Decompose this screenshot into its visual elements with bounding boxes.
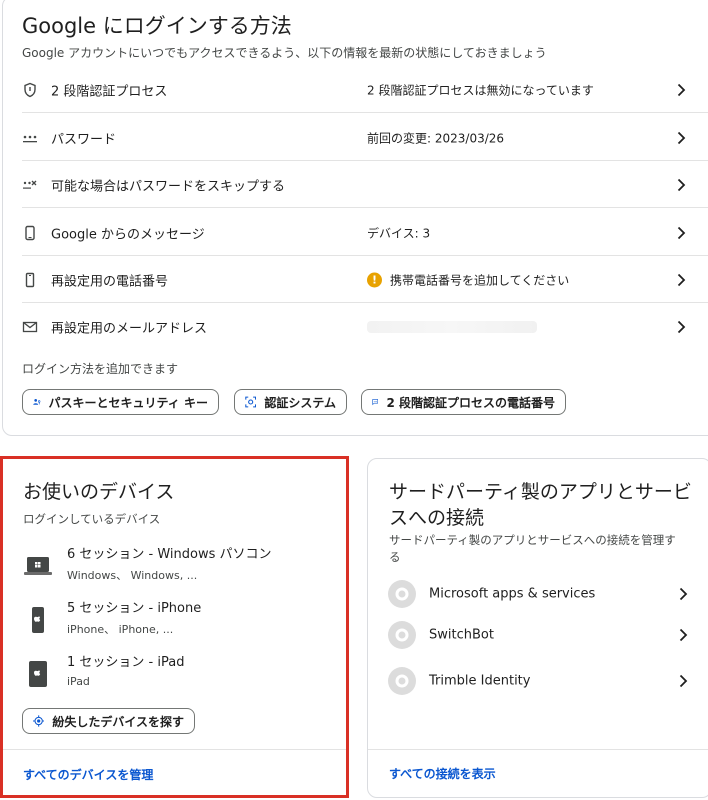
device-detail: Windows、 Windows, ... [67,569,198,582]
signin-title: Google にログインする方法 [22,14,292,38]
two-step-phone-chip-button[interactable]: 2 段階認証プロセスの電話番号 [361,389,566,415]
row-label: Google からのメッセージ [51,227,205,242]
password-dots-icon [23,135,37,142]
authenticator-icon [245,396,257,408]
row-value: ! 携帯電話番号を追加してください [367,271,569,288]
row-recovery-phone[interactable]: 再設定用の電話番号 ! 携帯電話番号を追加してください [0,256,708,303]
row-value-text: 携帯電話番号を追加してください [390,273,570,287]
app-item-microsoft[interactable]: Microsoft apps & services [388,579,693,609]
view-all-connections-link[interactable]: すべての接続を表示 [389,765,496,782]
device-name: 1 セッション - iPad [67,655,185,670]
redacted-email [367,320,537,333]
mail-icon [22,321,38,332]
third-party-card: サードパーティ製のアプリとサービ スへの接続 サードパーティ製のアプリとサービス… [367,458,708,798]
chip-label: 認証システム [264,395,336,410]
find-device-button[interactable]: 紛失したデバイスを探す [22,708,195,734]
app-item-switchbot[interactable]: SwitchBot [388,620,693,650]
app-name: Trimble Identity [429,673,531,689]
passkey-icon [33,399,41,405]
row-value: デバイス: 3 [367,224,430,241]
row-label: 可能な場合はパスワードをスキップする [51,179,286,194]
divider [3,749,346,750]
locate-icon [33,715,45,727]
skip-password-icon [23,180,37,189]
app-item-trimble[interactable]: Trimble Identity [388,666,693,696]
device-item-iphone[interactable]: 5 セッション - iPhone iPhone、 iPhone, ... [23,597,343,645]
chevron-right-icon [677,273,686,286]
chevron-right-icon [679,674,688,688]
third-party-title-line1: サードパーティ製のアプリとサービ [389,481,692,503]
app-placeholder-icon [388,667,416,695]
device-item-ipad[interactable]: 1 セッション - iPad iPad [23,651,343,699]
signin-subtitle: Google アカウントにいつでもアクセスできるよう、以下の情報を最新の状態にし… [22,46,547,60]
chevron-right-icon [677,178,686,191]
chevron-right-icon [677,226,686,239]
row-google-prompts[interactable]: Google からのメッセージ デバイス: 3 [0,209,708,256]
devices-card: お使いのデバイス ログインしているデバイス 6 セッション - Windows … [0,456,349,798]
manage-devices-link[interactable]: すべてのデバイスを管理 [23,766,153,783]
chevron-right-icon [677,320,686,333]
app-name: Microsoft apps & services [429,586,596,602]
third-party-title-line2: スへの接続 [389,507,485,529]
phone-icon [25,225,35,240]
row-label: 2 段階認証プロセス [51,84,168,99]
third-party-subtitle-line2: る [389,550,401,564]
row-value [367,320,537,333]
sms-icon [372,399,379,406]
third-party-title: サードパーティ製のアプリとサービ スへの接続 [389,479,692,531]
passkey-chip-button[interactable]: パスキーとセキュリティ キー [22,389,219,415]
laptop-windows-icon [23,551,53,581]
device-detail: iPhone、 iPhone, ... [67,623,174,636]
device-item-windows[interactable]: 6 セッション - Windows パソコン Windows、 Windows,… [23,543,343,591]
chevron-right-icon [677,131,686,144]
warning-icon: ! [367,272,382,287]
row-label: 再設定用のメールアドレス [51,321,208,336]
row-skip-password[interactable]: 可能な場合はパスワードをスキップする [0,161,708,208]
add-method-label: ログイン方法を追加できます [22,362,179,376]
phone-outline-icon [25,272,35,287]
ipad-icon [23,659,53,689]
row-two-step-verification[interactable]: 2 段階認証プロセス 2 段階認証プロセスは無効になっています [0,66,708,113]
divider [368,749,708,750]
divider [22,207,708,208]
chevron-right-icon [677,83,686,96]
row-label: 再設定用の電話番号 [51,274,169,289]
row-value-text: 2 段階認証プロセスは無効になっています [367,83,594,97]
row-password[interactable]: パスワード 前回の変更: 2023/03/26 [0,114,708,161]
device-name: 5 セッション - iPhone [67,601,202,616]
device-name: 6 セッション - Windows パソコン [67,547,272,562]
row-value: 2 段階認証プロセスは無効になっています [367,81,594,98]
authenticator-chip-button[interactable]: 認証システム [234,389,347,415]
row-recovery-email[interactable]: 再設定用のメールアドレス [0,303,708,350]
row-value: 前回の変更: 2023/03/26 [367,129,504,146]
device-detail: iPad [67,675,90,688]
chip-label: 2 段階認証プロセスの電話番号 [386,395,555,410]
app-name: SwitchBot [429,627,494,643]
row-label: パスワード [51,132,117,147]
chevron-right-icon [679,587,688,601]
shield-icon [24,82,36,97]
third-party-subtitle: サードパーティ製のアプリとサービスへの接続を管理す る [389,532,676,566]
third-party-subtitle-line1: サードパーティ製のアプリとサービスへの接続を管理す [389,533,676,547]
app-placeholder-icon [388,580,416,608]
row-value-text: デバイス: 3 [367,226,431,240]
chip-label: パスキーとセキュリティ キー [48,395,208,410]
row-value-text: 前回の変更: 2023/03/26 [367,131,505,145]
devices-subtitle: ログインしているデバイス [23,512,161,526]
app-placeholder-icon [388,621,416,649]
divider [22,112,708,113]
devices-title: お使いのデバイス [23,481,175,503]
chevron-right-icon [679,628,688,642]
iphone-icon [23,605,53,635]
find-device-label: 紛失したデバイスを探す [52,714,184,729]
